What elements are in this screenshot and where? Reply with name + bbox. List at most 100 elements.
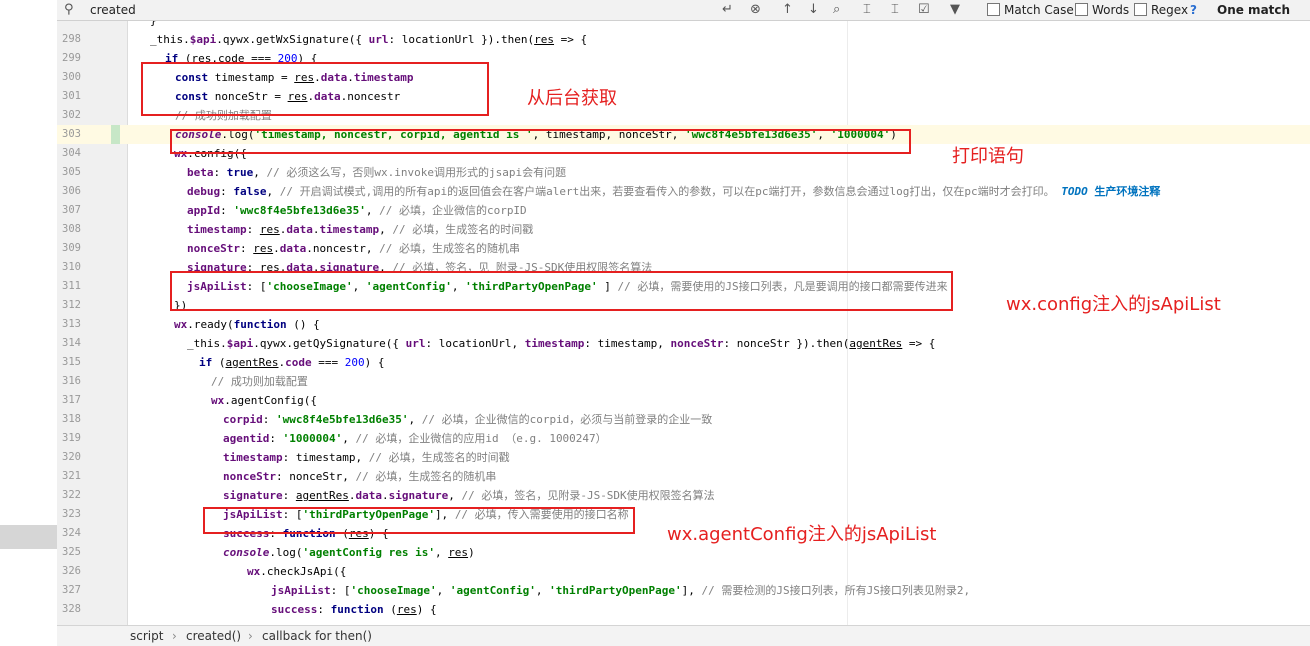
search-icon[interactable]: ⚲ bbox=[64, 0, 74, 20]
code-line[interactable]: 313 wx.ready(function () { bbox=[57, 315, 1310, 334]
add-selection-icon[interactable]: ⌶ bbox=[863, 0, 871, 20]
code-line[interactable]: 326 wx.checkJsApi({ bbox=[57, 562, 1310, 581]
code-line[interactable]: 309 nonceStr: res.data.noncestr, // 必填，生成… bbox=[57, 239, 1310, 258]
find-bar: ⚲ created ↵ ⊗ ↑ ↓ ⌕ ⌶ ⌶ ☑ ▼ Match Case W… bbox=[57, 0, 1310, 21]
enter-icon: ↵ bbox=[722, 2, 733, 17]
breadcrumb-item[interactable]: callback for then() bbox=[262, 626, 372, 646]
find-all-icon[interactable]: ⌕ bbox=[833, 0, 840, 20]
changed-line-marker bbox=[111, 125, 120, 144]
line-number: 323 bbox=[62, 508, 81, 520]
code-line[interactable]: 298 _this.$api.qywx.getWxSignature({ url:… bbox=[57, 30, 1310, 49]
code-text: // 成功则加载配置 bbox=[211, 375, 308, 388]
line-number: 322 bbox=[62, 489, 81, 501]
line-number: 325 bbox=[62, 546, 81, 558]
code-text: appId: 'wwc8f4e5bfe13d6e35', // 必填，企业微信的… bbox=[187, 204, 527, 217]
code-text: wx.checkJsApi({ bbox=[247, 565, 347, 578]
code-line[interactable]: 321 nonceStr: nonceStr, // 必填，生成签名的随机串 bbox=[57, 467, 1310, 486]
next-occurrence-icon[interactable]: ↓ bbox=[808, 0, 819, 20]
line-number: 311 bbox=[62, 280, 81, 292]
code-line[interactable]: 307 appId: 'wwc8f4e5bfe13d6e35', // 必填，企业… bbox=[57, 201, 1310, 220]
code-line[interactable]: 308 timestamp: res.data.timestamp, // 必填，… bbox=[57, 220, 1310, 239]
code-text: _this.$api.qywx.getWxSignature({ url: lo… bbox=[150, 33, 588, 46]
code-text: beta: true, // 必须这么写，否则wx.invoke调用形式的jsa… bbox=[187, 166, 567, 179]
line-number: 327 bbox=[62, 584, 81, 596]
code-line[interactable]: 322 signature: agentRes.data.signature, /… bbox=[57, 486, 1310, 505]
code-line[interactable]: 318 corpid: 'wwc8f4e5bfe13d6e35', // 必填，企… bbox=[57, 410, 1310, 429]
line-number: 309 bbox=[62, 242, 81, 254]
code-text: timestamp: timestamp, // 必填，生成签名的时间戳 bbox=[223, 451, 510, 464]
breadcrumb-separator-icon: › bbox=[248, 629, 253, 643]
line-number: 298 bbox=[62, 33, 81, 45]
code-text: nonceStr: nonceStr, // 必填，生成签名的随机串 bbox=[223, 470, 497, 483]
line-number: 306 bbox=[62, 185, 81, 197]
code-text: corpid: 'wwc8f4e5bfe13d6e35', // 必填，企业微信… bbox=[223, 413, 713, 426]
line-number: 307 bbox=[62, 204, 81, 216]
words-checkbox[interactable] bbox=[1075, 3, 1088, 16]
annotation-config-list: wx.config注入的jsApiList bbox=[1006, 294, 1221, 315]
code-line[interactable]: 319 agentid: '1000004', // 必填，企业微信的应用id （… bbox=[57, 429, 1310, 448]
code-text: if (agentRes.code === 200) { bbox=[199, 356, 385, 369]
annotation-box-backend bbox=[141, 62, 489, 116]
line-number: 319 bbox=[62, 432, 81, 444]
clear-search-icon[interactable]: ⊗ bbox=[750, 0, 761, 20]
annotation-backend: 从后台获取 bbox=[527, 88, 617, 109]
select-all-occurrences-icon[interactable]: ☑ bbox=[918, 0, 930, 20]
line-number: 305 bbox=[62, 166, 81, 178]
match-case-option[interactable]: Match Case bbox=[987, 0, 1074, 20]
code-text: agentid: '1000004', // 必填，企业微信的应用id （e.g… bbox=[223, 432, 607, 445]
code-line[interactable]: 314 _this.$api.qywx.getQySignature({ url:… bbox=[57, 334, 1310, 353]
breadcrumb: script › created() › callback for then() bbox=[57, 625, 1310, 646]
annotation-box-print bbox=[170, 129, 911, 154]
code-line[interactable]: 306 debug: false, // 开启调试模式,调用的所有api的返回值会… bbox=[57, 182, 1310, 201]
line-number: 320 bbox=[62, 451, 81, 463]
line-number: 303 bbox=[62, 128, 81, 140]
code-text: nonceStr: res.data.noncestr, // 必填，生成签名的… bbox=[187, 242, 520, 255]
annotation-box-config-list bbox=[170, 271, 953, 311]
code-line[interactable]: 320 timestamp: timestamp, // 必填，生成签名的时间戳 bbox=[57, 448, 1310, 467]
left-scroll-indicator bbox=[0, 525, 57, 549]
line-number: 317 bbox=[62, 394, 81, 406]
regex-checkbox[interactable] bbox=[1134, 3, 1147, 16]
search-result-count: One match bbox=[1217, 3, 1291, 17]
code-line[interactable]: } bbox=[57, 21, 1310, 30]
line-number: 314 bbox=[62, 337, 81, 349]
code-text: success: function (res) { bbox=[271, 603, 437, 616]
line-number: 304 bbox=[62, 147, 81, 159]
code-text: wx.ready(function () { bbox=[174, 318, 320, 331]
line-number: 315 bbox=[62, 356, 81, 368]
regex-option[interactable]: Regex bbox=[1134, 0, 1188, 20]
words-option[interactable]: Words bbox=[1075, 0, 1129, 20]
regex-help-link[interactable]: ? bbox=[1190, 0, 1197, 20]
line-number: 326 bbox=[62, 565, 81, 577]
code-line[interactable]: 305 beta: true, // 必须这么写，否则wx.invoke调用形式的… bbox=[57, 163, 1310, 182]
line-number: 324 bbox=[62, 527, 81, 539]
previous-occurrence-icon[interactable]: ↑ bbox=[782, 0, 793, 20]
code-line[interactable]: 328 success: function (res) { bbox=[57, 600, 1310, 619]
code-line[interactable]: 316 // 成功则加载配置 bbox=[57, 372, 1310, 391]
filter-icon[interactable]: ▼ bbox=[950, 0, 960, 20]
annotation-print: 打印语句 bbox=[952, 146, 1024, 167]
code-line[interactable]: 327 jsApiList: ['chooseImage', 'agentConf… bbox=[57, 581, 1310, 600]
code-text: wx.agentConfig({ bbox=[211, 394, 317, 407]
line-number: 308 bbox=[62, 223, 81, 235]
line-number: 313 bbox=[62, 318, 81, 330]
code-text: } bbox=[150, 21, 157, 30]
code-text: _this.$api.qywx.getQySignature({ url: lo… bbox=[187, 337, 936, 350]
breadcrumb-item[interactable]: script bbox=[130, 626, 163, 646]
line-number: 302 bbox=[62, 109, 81, 121]
line-number: 321 bbox=[62, 470, 81, 482]
line-number: 312 bbox=[62, 299, 81, 311]
annotation-agent-list: wx.agentConfig注入的jsApiList bbox=[667, 524, 937, 545]
code-line[interactable]: 317 wx.agentConfig({ bbox=[57, 391, 1310, 410]
remove-selection-icon[interactable]: ⌶ bbox=[891, 0, 899, 20]
search-input[interactable]: created bbox=[90, 0, 136, 20]
match-case-checkbox[interactable] bbox=[987, 3, 1000, 16]
line-number: 328 bbox=[62, 603, 81, 615]
line-number: 299 bbox=[62, 52, 81, 64]
breadcrumb-separator-icon: › bbox=[172, 629, 177, 643]
code-line[interactable]: 315 if (agentRes.code === 200) { bbox=[57, 353, 1310, 372]
code-text: debug: false, // 开启调试模式,调用的所有api的返回值会在客户… bbox=[187, 185, 1161, 198]
line-number: 301 bbox=[62, 90, 81, 102]
breadcrumb-item[interactable]: created() bbox=[186, 626, 241, 646]
code-text: signature: agentRes.data.signature, // 必… bbox=[223, 489, 715, 502]
